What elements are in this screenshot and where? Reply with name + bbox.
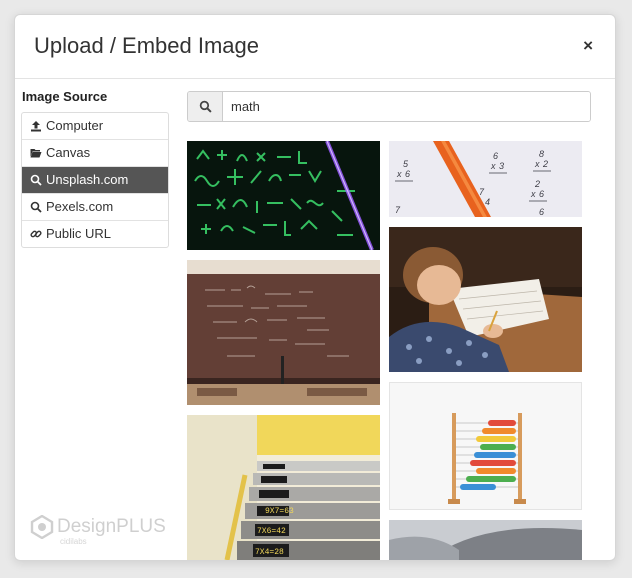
modal-header: Upload / Embed Image × bbox=[15, 15, 615, 79]
search-icon bbox=[30, 201, 42, 213]
brand-name: DesignPLUS bbox=[57, 516, 166, 537]
svg-text:6: 6 bbox=[539, 189, 544, 199]
math-screen-image bbox=[187, 141, 380, 250]
result-image-chalkboard[interactable] bbox=[187, 260, 380, 405]
image-source-list: Computer Canvas Unsplash.com Pexels.com … bbox=[21, 112, 169, 248]
source-label: Canvas bbox=[46, 145, 91, 160]
search-icon bbox=[30, 174, 42, 186]
sidebar-title: Image Source bbox=[22, 89, 108, 104]
svg-text:2: 2 bbox=[542, 159, 548, 169]
designplus-logo: DesignPLUS cidilabs bbox=[30, 515, 166, 546]
source-public-url[interactable]: Public URL bbox=[22, 221, 168, 247]
child-writing-image bbox=[389, 227, 582, 372]
image-source-sidebar: Image Source Computer Canvas Unsplash.co… bbox=[21, 87, 169, 248]
result-image-worksheet-pencil[interactable]: 5x6 6x3 8x2 2x6 7x4 76 bbox=[389, 141, 582, 217]
stairs-image: 9X7=63 7X6=42 7X4=28 bbox=[187, 415, 380, 560]
brand-sub: cidilabs bbox=[60, 537, 87, 546]
source-canvas[interactable]: Canvas bbox=[22, 140, 168, 167]
upload-embed-image-modal: Upload / Embed Image × Image Source Comp… bbox=[14, 14, 616, 561]
image-search bbox=[187, 91, 591, 122]
search-addon bbox=[188, 92, 223, 121]
svg-text:9X7=63: 9X7=63 bbox=[265, 507, 294, 516]
svg-text:x: x bbox=[530, 189, 536, 199]
svg-text:6: 6 bbox=[405, 169, 410, 179]
result-image-stairs[interactable]: 9X7=63 7X6=42 7X4=28 bbox=[187, 415, 380, 560]
folder-open-icon bbox=[30, 149, 42, 158]
source-computer[interactable]: Computer bbox=[22, 113, 168, 140]
svg-text:x: x bbox=[534, 159, 540, 169]
designplus-logo-icon bbox=[30, 515, 54, 539]
chalkboard-image bbox=[187, 260, 380, 405]
source-label: Unsplash.com bbox=[46, 172, 129, 187]
result-image-math-screen[interactable] bbox=[187, 141, 380, 250]
close-button[interactable]: × bbox=[583, 37, 593, 54]
partial-image bbox=[389, 520, 582, 560]
result-image-abacus[interactable] bbox=[389, 382, 582, 510]
svg-text:7X4=28: 7X4=28 bbox=[255, 548, 284, 557]
svg-text:4: 4 bbox=[485, 197, 490, 207]
abacus-image bbox=[390, 383, 581, 509]
upload-icon bbox=[31, 121, 41, 132]
source-pexels[interactable]: Pexels.com bbox=[22, 194, 168, 221]
search-icon bbox=[199, 100, 212, 113]
source-label: Computer bbox=[46, 118, 104, 133]
result-image-partial[interactable] bbox=[389, 520, 582, 560]
source-label: Public URL bbox=[46, 226, 112, 241]
svg-text:x: x bbox=[490, 161, 496, 171]
link-icon bbox=[30, 230, 42, 238]
svg-text:7X6=42: 7X6=42 bbox=[257, 527, 286, 536]
modal-title: Upload / Embed Image bbox=[34, 33, 260, 58]
svg-text:6: 6 bbox=[493, 151, 498, 161]
svg-text:3: 3 bbox=[499, 161, 504, 171]
svg-text:2: 2 bbox=[534, 179, 540, 189]
svg-text:x: x bbox=[396, 169, 402, 179]
svg-text:8: 8 bbox=[539, 149, 544, 159]
result-image-child-writing[interactable] bbox=[389, 227, 582, 372]
worksheet-pencil-image: 5x6 6x3 8x2 2x6 7x4 76 bbox=[389, 141, 582, 217]
search-input[interactable] bbox=[223, 92, 590, 121]
source-label: Pexels.com bbox=[46, 199, 114, 214]
source-unsplash[interactable]: Unsplash.com bbox=[22, 167, 168, 194]
svg-text:6: 6 bbox=[539, 207, 544, 217]
